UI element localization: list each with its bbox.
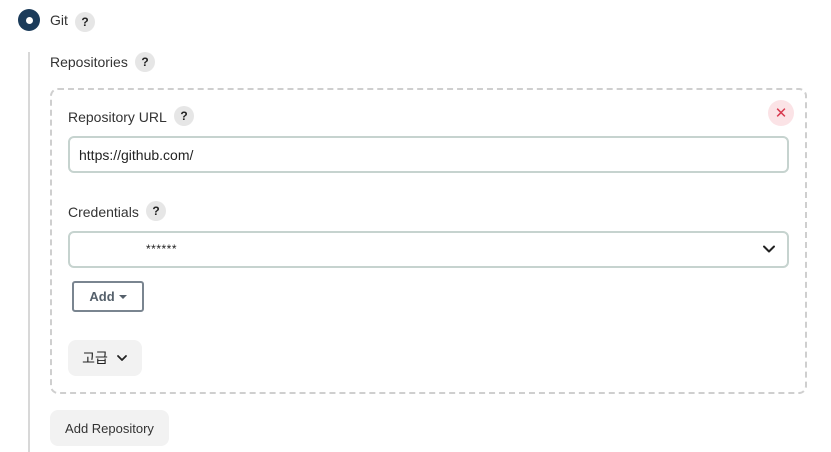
repository-url-input[interactable]: https://github.com/ xyxy=(68,136,789,173)
credentials-label: Credentials xyxy=(68,204,139,220)
repository-url-value: https://github.com/ xyxy=(79,146,194,163)
radio-selected-dot xyxy=(25,16,33,24)
repository-url-label: Repository URL xyxy=(68,109,167,125)
delete-repository-button[interactable]: ✕ xyxy=(768,100,794,126)
add-credentials-button[interactable]: Add xyxy=(72,281,144,312)
repositories-help-icon[interactable]: ? xyxy=(135,52,155,72)
chevron-down-icon xyxy=(116,355,127,361)
section-indent-line xyxy=(28,52,30,452)
add-repository-button[interactable]: Add Repository xyxy=(50,410,169,446)
add-repository-label: Add Repository xyxy=(65,420,154,436)
credentials-select[interactable]: ****** xyxy=(68,231,789,268)
add-credentials-label: Add xyxy=(89,289,115,304)
caret-down-icon xyxy=(118,295,127,299)
credentials-help-icon[interactable]: ? xyxy=(146,201,166,221)
repositories-label: Repositories xyxy=(50,54,128,70)
repository-url-help-icon[interactable]: ? xyxy=(174,106,194,126)
advanced-toggle-button[interactable]: 고급 xyxy=(68,340,142,376)
git-label: Git xyxy=(50,12,68,28)
chevron-down-icon xyxy=(763,245,775,253)
credentials-selected-value: ****** xyxy=(146,242,178,256)
git-radio-button[interactable] xyxy=(18,9,40,31)
advanced-label: 고급 xyxy=(82,350,108,366)
close-icon: ✕ xyxy=(774,105,788,122)
git-help-icon[interactable]: ? xyxy=(75,12,95,32)
